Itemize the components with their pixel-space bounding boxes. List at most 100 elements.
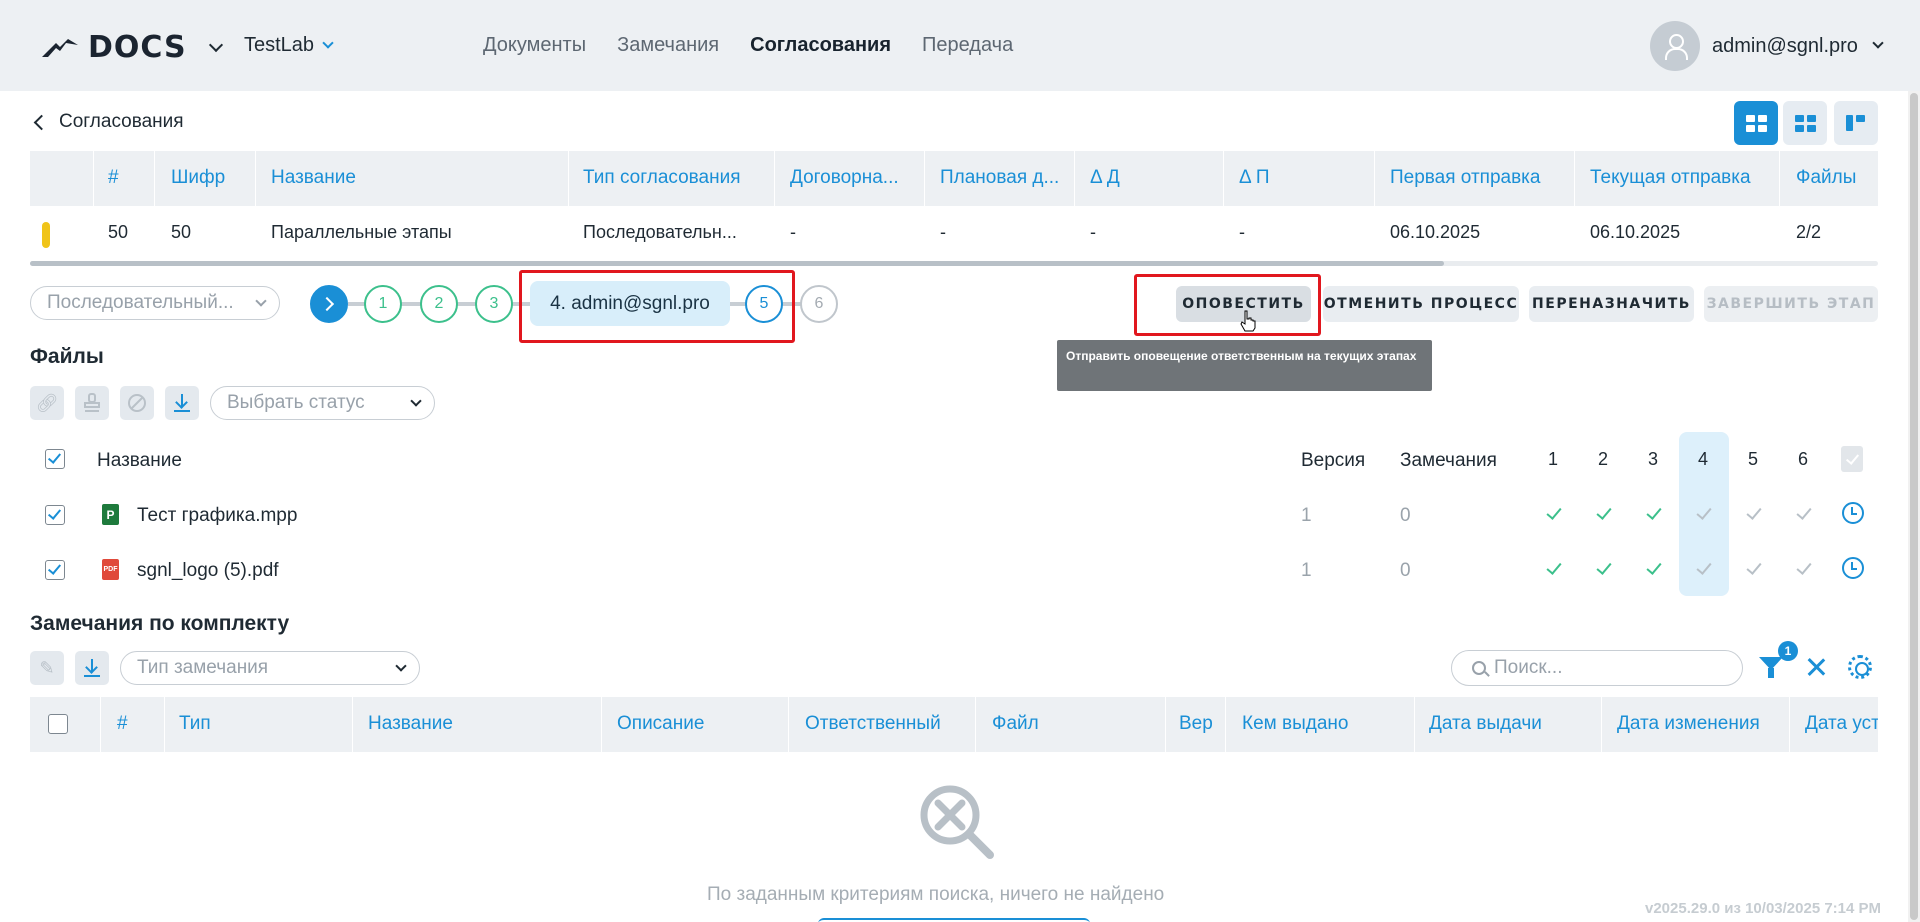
clear-filter-icon[interactable]	[1805, 656, 1827, 678]
col-num[interactable]: #	[108, 167, 119, 189]
breadcrumb[interactable]: Согласования	[33, 111, 184, 133]
view-split-button[interactable]	[1783, 101, 1827, 145]
main-nav: Документы Замечания Согласования Передач…	[483, 34, 1013, 57]
chevron-down-icon	[395, 659, 407, 672]
link-button: 🔗︎	[30, 386, 64, 420]
chevron-down-icon	[1872, 37, 1884, 49]
stage-header-4: 4	[1697, 449, 1708, 469]
row-first-sent: 06.10.2025	[1390, 222, 1481, 242]
nav-remarks[interactable]: Замечания	[617, 34, 719, 57]
chevron-down-icon[interactable]	[208, 37, 223, 52]
stage-header-3: 3	[1647, 449, 1658, 469]
chevron-down-icon	[255, 294, 267, 307]
process-type-value: Последовательный...	[47, 292, 234, 313]
stage-pending-icon	[1796, 504, 1812, 520]
empty-state-text: По заданным критериям поиска, ничего не …	[707, 884, 1165, 905]
chevron-down-icon	[322, 36, 334, 49]
select-all-checkbox[interactable]	[45, 449, 65, 469]
col-code[interactable]: Шифр	[171, 167, 225, 189]
user-menu[interactable]: admin@sgnl.pro	[1650, 21, 1884, 71]
rcol-version[interactable]: Вер	[1179, 713, 1213, 735]
download-button[interactable]	[165, 386, 199, 420]
grid-icon	[1745, 114, 1767, 132]
rcol-change-date[interactable]: Дата изменения	[1617, 713, 1760, 735]
logo-text: DOCS	[88, 30, 187, 65]
cancel-process-button[interactable]: ОТМЕНИТЬ ПРОЦЕСС	[1323, 286, 1519, 322]
files-title: Файлы	[30, 345, 104, 368]
rcol-type[interactable]: Тип	[179, 713, 211, 735]
file-name[interactable]: sgnl_logo (5).pdf	[137, 560, 279, 582]
step-3[interactable]: 3	[475, 285, 513, 323]
step-2[interactable]: 2	[420, 285, 458, 323]
rcol-responsible[interactable]: Ответственный	[805, 713, 941, 735]
row-checkbox[interactable]	[45, 560, 65, 580]
search-placeholder: Поиск...	[1494, 657, 1563, 678]
select-all-remarks-checkbox[interactable]	[48, 714, 68, 734]
stage-header-2: 2	[1597, 449, 1608, 469]
next-step-button[interactable]	[310, 285, 348, 323]
document-check-icon	[1841, 446, 1863, 472]
finish-stage-button: ЗАВЕРШИТЬ ЭТАП	[1704, 286, 1878, 322]
rcol-issue-date[interactable]: Дата выдачи	[1429, 713, 1542, 735]
row-name: Параллельные этапы	[271, 222, 452, 242]
step-6[interactable]: 6	[800, 285, 838, 323]
file-name[interactable]: Тест графика.mpp	[137, 505, 297, 527]
nav-transfer[interactable]: Передача	[922, 34, 1013, 57]
col-name[interactable]: Название	[271, 167, 356, 189]
avatar	[1650, 21, 1700, 71]
stamp-button	[75, 386, 109, 420]
file-status-placeholder: Выбрать статус	[227, 392, 365, 413]
stage-pending-icon	[1746, 559, 1762, 575]
stage-pending-icon	[1796, 559, 1812, 575]
stage-done-icon	[1596, 504, 1612, 520]
row-files: 2/2	[1796, 222, 1822, 242]
row-delta-p: -	[1239, 222, 1245, 242]
rcol-file[interactable]: Файл	[992, 713, 1039, 735]
version-info: v2025.29.0 из 10/03/2025 7:14 PM	[1645, 900, 1882, 917]
gear-icon[interactable]	[1848, 655, 1872, 679]
download-remarks-button[interactable]	[75, 651, 109, 685]
file-remarks: 0	[1400, 560, 1411, 581]
download-icon	[84, 659, 100, 677]
back-arrow-icon[interactable]	[33, 114, 50, 130]
stage-pending-icon	[1746, 504, 1762, 520]
col-current-sent[interactable]: Текущая отправка	[1590, 167, 1751, 189]
reset-search-button[interactable]	[818, 918, 1090, 922]
top-header: DOCS TestLab Документы Замечания Согласо…	[0, 0, 1920, 91]
row-checkbox[interactable]	[45, 505, 65, 525]
col-contract[interactable]: Договорна...	[790, 167, 899, 189]
table-scrollbar[interactable]	[30, 261, 1878, 266]
col-delta-p[interactable]: Δ П	[1239, 167, 1270, 189]
col-type[interactable]: Тип согласования	[583, 167, 741, 189]
project-file-icon: P	[102, 504, 119, 525]
view-grid-button[interactable]	[1734, 101, 1778, 145]
table-row[interactable]: 50 50 Параллельные этапы Последовательн.…	[30, 206, 1878, 261]
page-scrollbar[interactable]	[1908, 91, 1920, 922]
step-1[interactable]: 1	[364, 285, 402, 323]
nav-documents[interactable]: Документы	[483, 34, 586, 57]
stage-done-icon	[1546, 504, 1562, 520]
rcol-name[interactable]: Название	[368, 713, 453, 735]
remark-type-select[interactable]: Тип замечания	[120, 651, 420, 685]
app-logo[interactable]: DOCS	[42, 30, 223, 65]
rcol-due-date[interactable]: Дата уст	[1805, 713, 1878, 735]
rcol-description[interactable]: Описание	[617, 713, 704, 735]
project-selector[interactable]: TestLab	[244, 34, 334, 57]
nav-approvals[interactable]: Согласования	[750, 34, 891, 57]
file-status-select[interactable]: Выбрать статус	[210, 386, 435, 420]
col-delta-d[interactable]: Δ Д	[1090, 167, 1120, 189]
search-input[interactable]: Поиск...	[1451, 650, 1743, 686]
view-columns-button[interactable]	[1834, 101, 1878, 145]
clock-icon[interactable]	[1842, 502, 1864, 524]
reassign-button[interactable]: ПЕРЕНАЗНАЧИТЬ	[1529, 286, 1694, 322]
rcol-issued-by[interactable]: Кем выдано	[1242, 713, 1348, 735]
col-planned[interactable]: Плановая д...	[940, 167, 1059, 189]
process-type-select[interactable]: Последовательный...	[30, 286, 280, 320]
notify-tooltip: Отправить оповещение ответственным на те…	[1057, 340, 1432, 391]
no-results-icon	[920, 785, 994, 859]
col-first-sent[interactable]: Первая отправка	[1390, 167, 1540, 189]
clock-icon[interactable]	[1842, 557, 1864, 579]
row-planned: -	[940, 222, 946, 242]
col-files[interactable]: Файлы	[1796, 167, 1856, 189]
rcol-num[interactable]: #	[117, 713, 128, 735]
